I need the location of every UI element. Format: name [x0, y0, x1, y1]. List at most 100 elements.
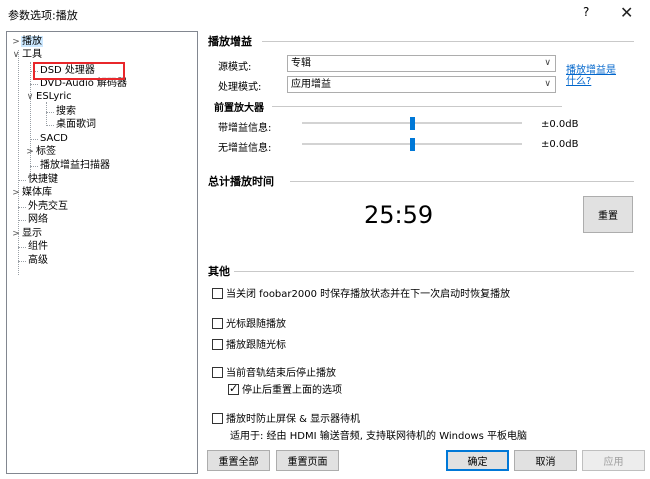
tree-guide [30, 62, 31, 180]
stop-after-current-label: 当前音轨结束后停止播放 [226, 368, 336, 379]
checkbox-box[interactable] [228, 382, 239, 395]
tree-item-label: 组件 [28, 241, 48, 252]
expand-icon[interactable]: > [25, 146, 35, 159]
checkbox-box[interactable] [212, 367, 223, 378]
window-title: 参数选项:播放 [8, 9, 78, 22]
tree-item-label: 桌面歌词 [56, 119, 96, 130]
with-rg-label: 带增益信息: [218, 123, 272, 134]
tree-item-replaygain-scanner[interactable]: 播放增益扫描器 [39, 159, 111, 172]
expand-icon[interactable]: > [11, 187, 21, 200]
tree-guide [30, 166, 38, 167]
tree-item-advanced[interactable]: 高级 [27, 254, 49, 267]
save-state-checkbox[interactable]: 当关闭 foobar2000 时保存播放状态并在下一次启动时恢复播放 [212, 285, 510, 300]
total-time-display: 25:59 [364, 201, 434, 229]
tree-guide [30, 84, 38, 85]
total-time-section-title: 总计播放时间 [208, 175, 274, 188]
tree-item-networking[interactable]: 网络 [27, 213, 49, 226]
tree-item-shortcuts[interactable]: 快捷键 [27, 173, 59, 186]
help-button[interactable]: ? [583, 5, 589, 19]
tree-item-label: 显示 [22, 228, 42, 239]
without-rg-label: 无增益信息: [218, 143, 272, 154]
tree-guide [30, 139, 38, 140]
stop-after-current-checkbox[interactable]: 当前音轨结束后停止播放 [212, 364, 336, 379]
tree-item-label: 搜索 [56, 106, 76, 117]
tree-item-label: 播放增益扫描器 [40, 160, 110, 171]
with-rg-slider-thumb[interactable] [410, 117, 415, 130]
tree-item-label: 快捷键 [28, 174, 58, 185]
expand-icon[interactable]: > [11, 228, 21, 241]
without-rg-slider-thumb[interactable] [410, 138, 415, 151]
reset-time-button[interactable]: 重置 [583, 196, 633, 233]
apply-button[interactable]: 应用 [582, 450, 645, 471]
tree-guide [18, 207, 26, 208]
section-divider [272, 106, 562, 107]
preamp-section-title: 前置放大器 [214, 103, 264, 114]
tree-item-display[interactable]: > 显示 [11, 227, 43, 240]
prevent-screensaver-label: 播放时防止屏保 & 显示器待机 [226, 414, 361, 425]
tree-guide [18, 247, 26, 248]
replaygain-section-title: 播放增益 [208, 35, 252, 48]
with-rg-value: ±0.0dB [541, 119, 579, 130]
tree-item-search[interactable]: 搜索 [55, 105, 77, 118]
tree-item-label: 播放 [21, 36, 43, 47]
tree-guide [18, 50, 19, 275]
other-section-title: 其他 [208, 265, 230, 278]
tree-item-label: 高级 [28, 255, 48, 266]
prevent-screensaver-checkbox[interactable]: 播放时防止屏保 & 显示器待机 [212, 410, 360, 425]
reset-all-button[interactable]: 重置全部 [207, 450, 270, 471]
tree-item-label: 标签 [36, 146, 56, 157]
save-state-label: 当关闭 foobar2000 时保存播放状态并在下一次启动时恢复播放 [226, 289, 511, 300]
tree-item-eslyric[interactable]: ∨ ESLyric [25, 90, 73, 103]
cancel-button[interactable]: 取消 [514, 450, 577, 471]
tree-item-label: ESLyric [36, 91, 72, 102]
source-mode-label: 源模式: [218, 62, 252, 73]
playback-follows-cursor-checkbox[interactable]: 播放跟随光标 [212, 336, 286, 351]
chevron-down-icon: ∨ [544, 58, 551, 68]
cursor-follows-playback-label: 光标跟随播放 [226, 319, 286, 330]
section-divider [290, 181, 634, 182]
tree-item-label: SACD [40, 133, 68, 144]
tree-item-playback[interactable]: > 播放 [11, 35, 43, 48]
reset-after-stop-checkbox[interactable]: 停止后重置上面的选项 [228, 381, 342, 396]
tree-guide [18, 220, 26, 221]
tree-item-tools[interactable]: ∨ 工具 [11, 48, 43, 61]
source-mode-select[interactable]: 专辑 ∨ [287, 55, 556, 72]
checkbox-box[interactable] [212, 318, 223, 329]
collapse-icon[interactable]: ∨ [11, 49, 21, 62]
collapse-icon[interactable]: ∨ [25, 91, 35, 104]
title-bar: 参数选项:播放 ? ✕ [0, 0, 650, 28]
tree-guide [46, 125, 54, 126]
annotation-highlight-box [33, 62, 125, 80]
tree-item-label: 媒体库 [22, 187, 52, 198]
tree-guide [18, 180, 26, 181]
tree-item-tags[interactable]: > 标签 [25, 145, 57, 158]
checkbox-box[interactable] [212, 413, 223, 424]
replaygain-help-link[interactable]: 播放增益是什么? [566, 65, 624, 87]
tree-item-components[interactable]: 组件 [27, 240, 49, 253]
ok-button[interactable]: 确定 [446, 450, 509, 471]
tree-guide [46, 112, 54, 113]
checkbox-box[interactable] [212, 339, 223, 350]
checkbox-box[interactable] [212, 288, 223, 299]
screensaver-note: 适用于: 经由 HDMI 输送音频, 支持联网待机的 Windows 平板电脑 [230, 431, 528, 442]
section-divider [262, 41, 634, 42]
playback-follows-cursor-label: 播放跟随光标 [226, 340, 286, 351]
processing-mode-label: 处理模式: [218, 82, 262, 93]
section-divider [234, 271, 634, 272]
tree-item-label: 外壳交互 [28, 201, 68, 212]
tree-guide [46, 102, 47, 126]
tree-item-media-library[interactable]: > 媒体库 [11, 186, 53, 199]
cursor-follows-playback-checkbox[interactable]: 光标跟随播放 [212, 315, 286, 330]
tree-item-label: 工具 [22, 49, 42, 60]
close-button[interactable]: ✕ [620, 3, 633, 22]
without-rg-value: ±0.0dB [541, 139, 579, 150]
preferences-tree[interactable]: > 播放 ∨ 工具 DSD 处理器 DVD-Audio 解码器 ∨ ESLyric 搜… [6, 31, 198, 474]
reset-page-button[interactable]: 重置页面 [276, 450, 339, 471]
tree-item-label: 网络 [28, 214, 48, 225]
tree-item-sacd[interactable]: SACD [39, 132, 69, 145]
tree-item-desktop-lyrics[interactable]: 桌面歌词 [55, 118, 97, 131]
reset-after-stop-label: 停止后重置上面的选项 [242, 385, 342, 396]
source-mode-value: 专辑 [291, 58, 311, 69]
processing-mode-select[interactable]: 应用增益 ∨ [287, 76, 556, 93]
tree-item-shell-integration[interactable]: 外壳交互 [27, 200, 69, 213]
